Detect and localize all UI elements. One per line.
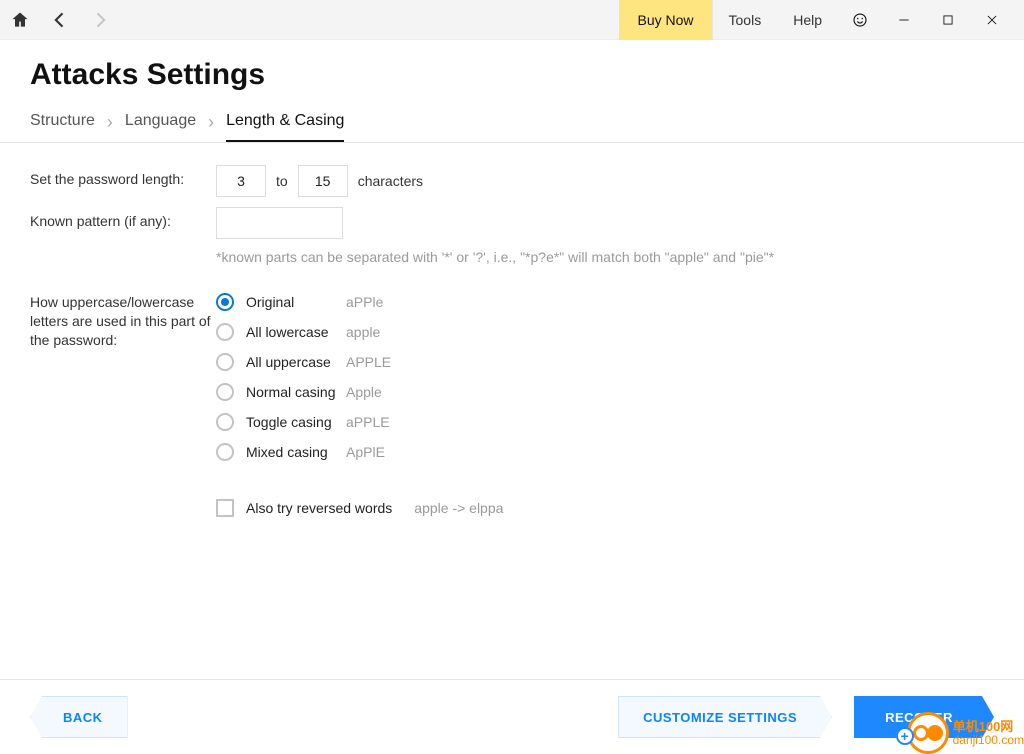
footer-bar: BACK CUSTOMIZE SETTINGS RECOVER — [0, 679, 1024, 754]
close-icon[interactable] — [970, 0, 1014, 40]
tools-menu[interactable]: Tools — [713, 12, 778, 28]
known-pattern-label: Known pattern (if any): — [30, 207, 216, 229]
characters-label: characters — [358, 173, 423, 189]
back-arrow-icon[interactable] — [50, 10, 70, 30]
page-title: Attacks Settings — [0, 40, 1024, 106]
tab-structure[interactable]: Structure — [30, 106, 95, 142]
to-label: to — [276, 173, 288, 189]
settings-form: Set the password length: to characters K… — [0, 143, 1024, 549]
casing-radio[interactable] — [216, 413, 234, 431]
casing-option-label: All lowercase — [246, 324, 346, 340]
casing-option-example: Apple — [346, 384, 382, 400]
back-button[interactable]: BACK — [30, 696, 128, 738]
maximize-icon[interactable] — [926, 0, 970, 40]
casing-option-example: aPPle — [346, 294, 383, 310]
casing-option-row: All uppercaseAPPLE — [216, 347, 994, 377]
casing-radio[interactable] — [216, 443, 234, 461]
known-pattern-input[interactable] — [216, 207, 343, 239]
reversed-words-checkbox[interactable] — [216, 499, 234, 517]
casing-option-example: ApPlE — [346, 444, 385, 460]
casing-option-row: Mixed casingApPlE — [216, 437, 994, 467]
tab-length-casing[interactable]: Length & Casing — [226, 106, 344, 142]
casing-label: How uppercase/lowercase letters are used… — [30, 287, 216, 350]
password-length-label: Set the password length: — [30, 165, 216, 187]
min-length-input[interactable] — [216, 165, 266, 197]
casing-option-label: All uppercase — [246, 354, 346, 370]
pattern-hint: *known parts can be separated with '*' o… — [216, 249, 994, 265]
casing-options: OriginalaPPleAll lowercaseappleAll upper… — [216, 287, 994, 467]
chevron-right-icon: › — [107, 112, 113, 137]
reversed-words-label: Also try reversed words — [246, 500, 392, 516]
casing-radio[interactable] — [216, 383, 234, 401]
reversed-words-example: apple -> elppa — [414, 500, 503, 516]
casing-option-example: APPLE — [346, 354, 391, 370]
casing-radio[interactable] — [216, 353, 234, 371]
breadcrumb: Structure › Language › Length & Casing — [0, 106, 1024, 143]
casing-option-label: Toggle casing — [246, 414, 346, 430]
casing-option-example: apple — [346, 324, 380, 340]
casing-option-row: All lowercaseapple — [216, 317, 994, 347]
reversed-words-row: Also try reversed words apple -> elppa — [216, 499, 994, 517]
password-length-fields: to characters — [216, 165, 994, 197]
home-icon[interactable] — [10, 10, 30, 30]
chevron-right-icon: › — [208, 112, 214, 137]
casing-option-label: Mixed casing — [246, 444, 346, 460]
casing-radio[interactable] — [216, 293, 234, 311]
nav-icons — [10, 10, 110, 30]
customize-settings-button[interactable]: CUSTOMIZE SETTINGS — [618, 696, 832, 738]
max-length-input[interactable] — [298, 165, 348, 197]
casing-radio[interactable] — [216, 323, 234, 341]
casing-option-label: Original — [246, 294, 346, 310]
minimize-icon[interactable] — [882, 0, 926, 40]
casing-option-row: Toggle casingaPPLE — [216, 407, 994, 437]
title-bar: Buy Now Tools Help — [0, 0, 1024, 40]
buy-now-button[interactable]: Buy Now — [619, 0, 711, 40]
casing-option-example: aPPLE — [346, 414, 390, 430]
recover-button[interactable]: RECOVER — [854, 696, 994, 738]
smile-icon[interactable] — [838, 0, 882, 40]
help-menu[interactable]: Help — [777, 12, 838, 28]
casing-option-row: Normal casingApple — [216, 377, 994, 407]
tab-language[interactable]: Language — [125, 106, 196, 142]
forward-arrow-icon — [90, 10, 110, 30]
casing-option-row: OriginalaPPle — [216, 287, 994, 317]
casing-option-label: Normal casing — [246, 384, 346, 400]
